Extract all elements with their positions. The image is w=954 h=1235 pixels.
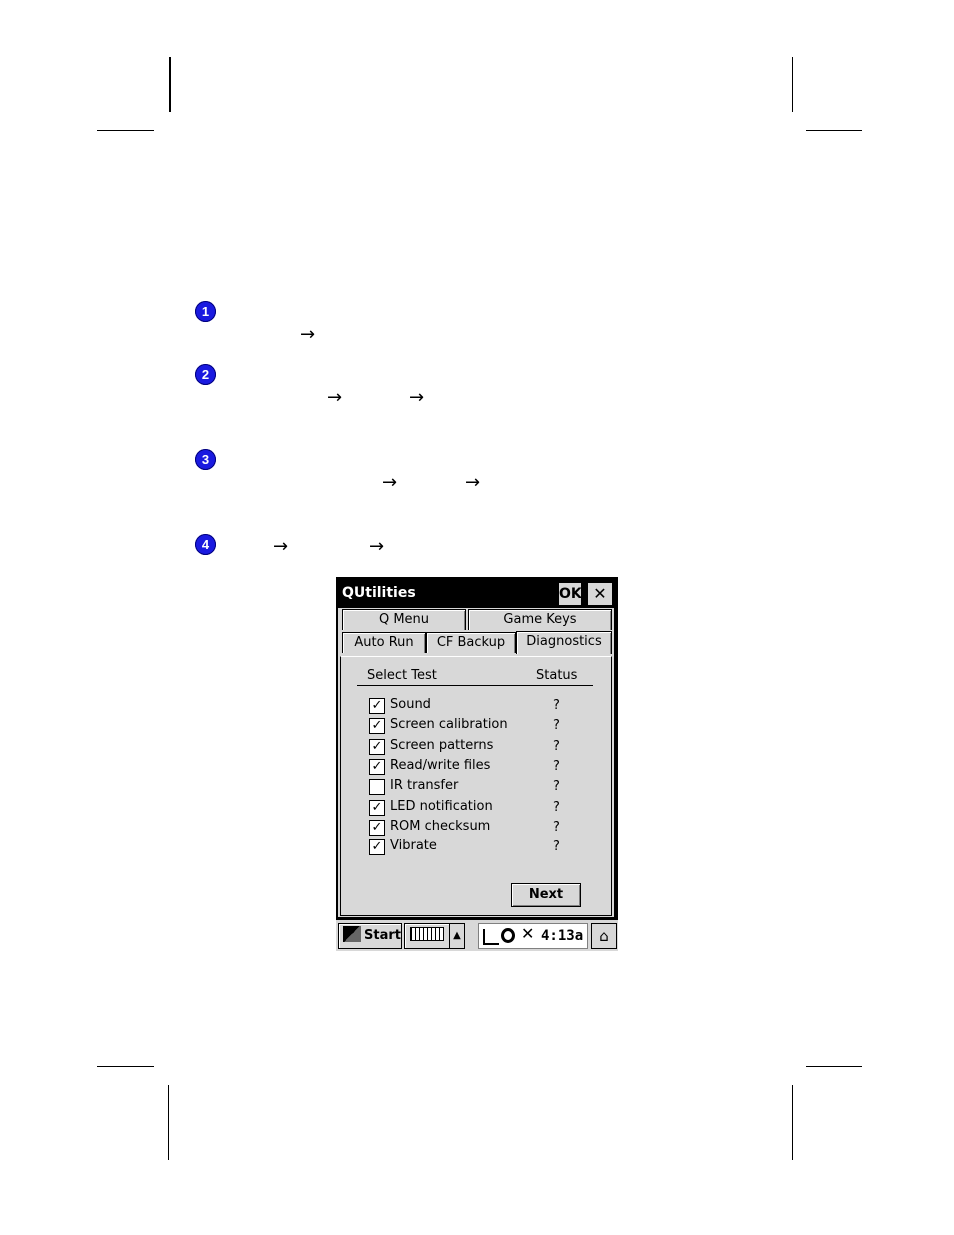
- test-label: Screen calibration: [390, 717, 508, 732]
- tab-diagnostics[interactable]: Diagnostics: [516, 631, 612, 654]
- test-row-screen-patterns[interactable]: ✓ Screen patterns: [369, 738, 569, 757]
- led-notification-checkbox[interactable]: ✓: [369, 800, 385, 816]
- test-label: IR transfer: [390, 778, 459, 793]
- device-screen: QUtilities OK ✕ Q Menu Game Keys Auto Ru…: [336, 577, 618, 951]
- read-write-files-checkbox[interactable]: ✓: [369, 759, 385, 775]
- test-row-ir-transfer[interactable]: IR transfer: [369, 778, 569, 797]
- tab-q-menu[interactable]: Q Menu: [342, 609, 466, 630]
- arrow-icon: →: [273, 536, 289, 557]
- crop-mark: [97, 1066, 154, 1067]
- arrow-icon: →: [327, 387, 343, 408]
- speaker-muted-icon[interactable]: ✕: [521, 924, 534, 943]
- test-label: Read/write files: [390, 758, 491, 773]
- status-header: Status: [536, 668, 578, 683]
- connectivity-icon[interactable]: [483, 929, 499, 945]
- desktop-icon[interactable]: ⌂: [591, 923, 617, 949]
- crop-mark: [169, 57, 171, 112]
- step-1-badge: 1: [195, 301, 216, 322]
- test-status: ?: [553, 739, 560, 754]
- step-3-badge: 3: [195, 449, 216, 470]
- vibrate-checkbox[interactable]: ✓: [369, 839, 385, 855]
- test-row-vibrate[interactable]: ✓ Vibrate: [369, 838, 569, 857]
- screen-calibration-checkbox[interactable]: ✓: [369, 718, 385, 734]
- test-label: Screen patterns: [390, 738, 494, 753]
- arrow-icon: →: [382, 472, 398, 493]
- test-row-led-notification[interactable]: ✓ LED notification: [369, 799, 569, 818]
- close-icon[interactable]: ✕: [588, 583, 612, 605]
- screen-patterns-checkbox[interactable]: ✓: [369, 739, 385, 755]
- test-status: ?: [553, 698, 560, 713]
- tab-game-keys[interactable]: Game Keys: [468, 609, 612, 630]
- test-status: ?: [553, 779, 560, 794]
- step-4-badge: 4: [195, 534, 216, 555]
- crop-mark: [792, 1085, 793, 1160]
- start-label: Start: [364, 928, 401, 943]
- keyboard-icon: [410, 927, 444, 941]
- keyboard-button[interactable]: [404, 923, 450, 949]
- step-2-badge: 2: [195, 364, 216, 385]
- crop-mark: [97, 130, 154, 131]
- test-row-rom-checksum[interactable]: ✓ ROM checksum: [369, 819, 569, 838]
- next-button[interactable]: Next: [511, 883, 581, 907]
- tab-auto-run[interactable]: Auto Run: [342, 632, 426, 653]
- q-icon[interactable]: [501, 928, 515, 943]
- input-menu-arrow-icon[interactable]: ▲: [449, 923, 465, 949]
- crop-mark: [168, 1085, 169, 1160]
- arrow-icon: →: [409, 387, 425, 408]
- test-row-sound[interactable]: ✓ Sound: [369, 697, 569, 716]
- start-button[interactable]: Start: [338, 923, 402, 949]
- test-row-screen-calibration[interactable]: ✓ Screen calibration: [369, 717, 569, 736]
- sound-checkbox[interactable]: ✓: [369, 698, 385, 714]
- tab-cf-backup[interactable]: CF Backup: [426, 632, 516, 653]
- start-flag-icon: [343, 926, 361, 942]
- ir-transfer-checkbox[interactable]: [369, 779, 385, 795]
- test-status: ?: [553, 800, 560, 815]
- crop-mark: [806, 130, 862, 131]
- taskbar: Start ▲ ✕ 4:13a ⌂: [336, 920, 618, 951]
- test-status: ?: [553, 820, 560, 835]
- test-label: ROM checksum: [390, 819, 491, 834]
- window-title: QUtilities: [342, 585, 416, 601]
- test-row-read-write-files[interactable]: ✓ Read/write files: [369, 758, 569, 777]
- diagnostics-panel: Select Test Status ✓ Sound ? ✓ Screen ca…: [340, 656, 612, 916]
- ok-button[interactable]: OK: [559, 583, 582, 605]
- test-label: Vibrate: [390, 838, 437, 853]
- arrow-icon: →: [369, 536, 385, 557]
- test-status: ?: [553, 718, 560, 733]
- header-divider: [357, 685, 593, 686]
- title-bar: QUtilities OK ✕: [338, 579, 614, 608]
- clock[interactable]: 4:13a: [541, 924, 583, 948]
- test-label: LED notification: [390, 799, 493, 814]
- dialog-body: Q Menu Game Keys Auto Run CF Backup Diag…: [338, 608, 614, 917]
- test-status: ?: [553, 839, 560, 854]
- arrow-icon: →: [300, 324, 316, 345]
- rom-checksum-checkbox[interactable]: ✓: [369, 820, 385, 836]
- system-tray: ✕ 4:13a: [478, 923, 588, 949]
- crop-mark: [806, 1066, 862, 1067]
- select-test-header: Select Test: [367, 668, 437, 683]
- arrow-icon: →: [465, 472, 481, 493]
- test-label: Sound: [390, 697, 431, 712]
- crop-mark: [792, 57, 793, 112]
- test-status: ?: [553, 759, 560, 774]
